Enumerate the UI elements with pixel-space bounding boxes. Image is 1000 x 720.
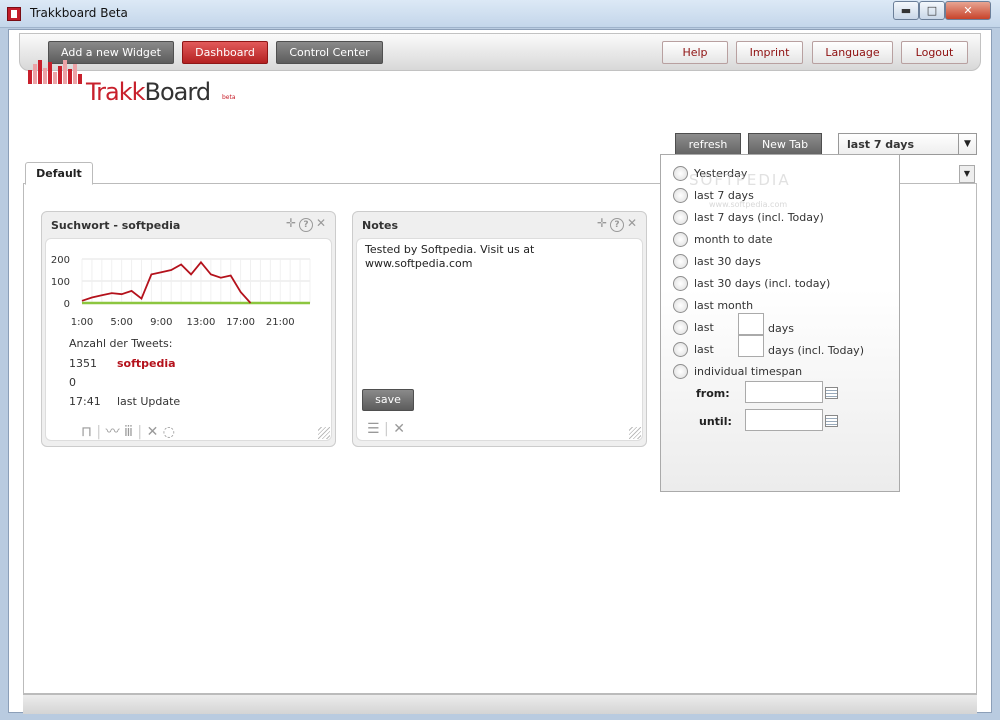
days-incl-today-label: days (incl. Today) [768, 344, 864, 357]
language-button[interactable]: Language [812, 41, 893, 64]
calendar-icon[interactable] [825, 387, 838, 399]
radio[interactable] [673, 276, 688, 291]
app-client-area: Add a new Widget Dashboard Control Cente… [8, 29, 992, 714]
notes-text[interactable]: Tested by Softpedia. Visit us at www.sof… [365, 243, 555, 271]
help-icon[interactable]: ? [610, 218, 624, 232]
radio[interactable] [673, 342, 688, 357]
divider: | [384, 421, 389, 437]
widget-controls: ✛? ✕ [594, 216, 639, 232]
widget-body: Tested by Softpedia. Visit us at www.sof… [356, 238, 643, 441]
dashboard-button[interactable]: Dashboard [182, 41, 268, 64]
last-update-label: last Update [117, 395, 181, 408]
divider: | [137, 424, 143, 440]
radio[interactable] [673, 166, 688, 181]
move-icon[interactable]: ✛ [284, 217, 298, 231]
calendar-icon[interactable] [825, 415, 838, 427]
help-icon[interactable]: ? [299, 218, 313, 232]
radio[interactable] [673, 320, 688, 335]
imprint-button[interactable]: Imprint [736, 41, 803, 64]
radio[interactable] [673, 254, 688, 269]
window-title: Trakkboard Beta [30, 6, 128, 20]
from-date-input[interactable] [745, 381, 823, 403]
lock-icon[interactable]: ⊓ [81, 424, 92, 440]
divider: | [96, 424, 102, 440]
x-tick-label: 17:00 [226, 317, 255, 328]
widget-title: Suchwort - softpedia [51, 219, 181, 232]
x-tick-label: 1:00 [71, 317, 93, 328]
widget-notes: Notes ✛? ✕ Tested by Softpedia. Visit us … [352, 211, 647, 447]
timerange-value: last 7 days [847, 138, 914, 151]
y-tick-label: 100 [51, 277, 70, 288]
y-tick-label: 200 [51, 255, 70, 266]
logout-button[interactable]: Logout [901, 41, 968, 64]
tools-icon[interactable]: ✕ [393, 421, 405, 437]
tweet-count-value-2: 0 [69, 376, 76, 389]
tweets-series-line [81, 260, 252, 304]
new-tab-button[interactable]: New Tab [748, 133, 822, 156]
tools-icon[interactable]: ✕ [147, 424, 159, 440]
radio[interactable] [673, 188, 688, 203]
app-icon [7, 7, 21, 21]
x-tick-label: 9:00 [150, 317, 172, 328]
radio[interactable] [673, 298, 688, 313]
radio[interactable] [673, 232, 688, 247]
last-update-time: 17:41 [69, 395, 101, 408]
x-tick-label: 5:00 [110, 317, 132, 328]
days-label: days [768, 322, 794, 335]
tab-default[interactable]: Default [25, 162, 93, 185]
last-n-days-input[interactable] [738, 313, 764, 335]
radio[interactable] [673, 210, 688, 225]
watermark-url: www.softpedia.com [709, 200, 788, 209]
y-tick-label: 0 [64, 299, 70, 310]
widget-toolbar: ☰ | ✕ [367, 421, 405, 437]
resize-grip[interactable] [318, 427, 330, 439]
bar-chart-icon[interactable]: ⅲ [124, 424, 133, 440]
move-icon[interactable]: ✛ [595, 217, 609, 231]
radio[interactable] [673, 364, 688, 379]
maximize-button[interactable]: □ [919, 1, 945, 20]
minimize-button[interactable]: ▬ [893, 1, 919, 20]
close-icon[interactable]: ✕ [625, 217, 639, 231]
widget-search-term: Suchwort - softpedia ✛? ✕ 200 100 0 1:00 5:00… [41, 211, 336, 447]
chevron-down-icon[interactable]: ▼ [958, 134, 976, 154]
x-tick-label: 13:00 [187, 317, 216, 328]
tweet-count-value: 1351 [69, 357, 97, 370]
until-date-input[interactable] [745, 409, 823, 431]
tab-menu-chevron-icon[interactable]: ▼ [959, 165, 975, 183]
control-center-button[interactable]: Control Center [276, 41, 383, 64]
top-navigation-bar: Add a new Widget Dashboard Control Cente… [19, 33, 981, 71]
widget-toolbar: ⊓ | 〰 ⅲ | ✕ ◌ [81, 421, 175, 441]
line-chart-icon[interactable]: 〰 [106, 424, 120, 440]
timerange-select[interactable]: last 7 days ▼ [838, 133, 977, 155]
close-icon[interactable]: ✕ [314, 217, 328, 231]
widget-controls: ✛? ✕ [283, 216, 328, 232]
timer-icon[interactable]: ◌ [163, 424, 175, 440]
resize-grip[interactable] [629, 427, 641, 439]
status-bar [23, 694, 977, 714]
tweet-term-link[interactable]: softpedia [117, 357, 176, 370]
widget-body: 200 100 0 1:00 5:00 9:00 13:00 17:00 21:00 Anzah… [45, 238, 332, 441]
trakkboard-logo: TrakkBoard beta [28, 60, 248, 114]
help-button[interactable]: Help [662, 41, 728, 64]
list-icon[interactable]: ☰ [367, 421, 380, 437]
last-n-days-incl-today-input[interactable] [738, 335, 764, 357]
until-label: until: [699, 415, 732, 428]
refresh-button[interactable]: refresh [675, 133, 741, 156]
watermark-text: SOFTPEDIA [689, 171, 791, 189]
from-label: from: [696, 387, 730, 400]
logo-beta: beta [222, 94, 236, 101]
widget-title: Notes [362, 219, 399, 232]
close-button[interactable]: ✕ [945, 1, 991, 20]
tweets-count-label: Anzahl der Tweets: [69, 337, 173, 350]
logo-wordmark: TrakkBoard [86, 78, 211, 106]
window-titlebar: Trakkboard Beta ▬ □ ✕ [0, 0, 1000, 28]
tweet-line-chart: 200 100 01:00 5:00 9:00 13:00 17:00 21:00 [51, 255, 311, 328]
x-tick-label: 21:00 [266, 317, 295, 328]
notes-save-button[interactable]: save [362, 389, 414, 411]
